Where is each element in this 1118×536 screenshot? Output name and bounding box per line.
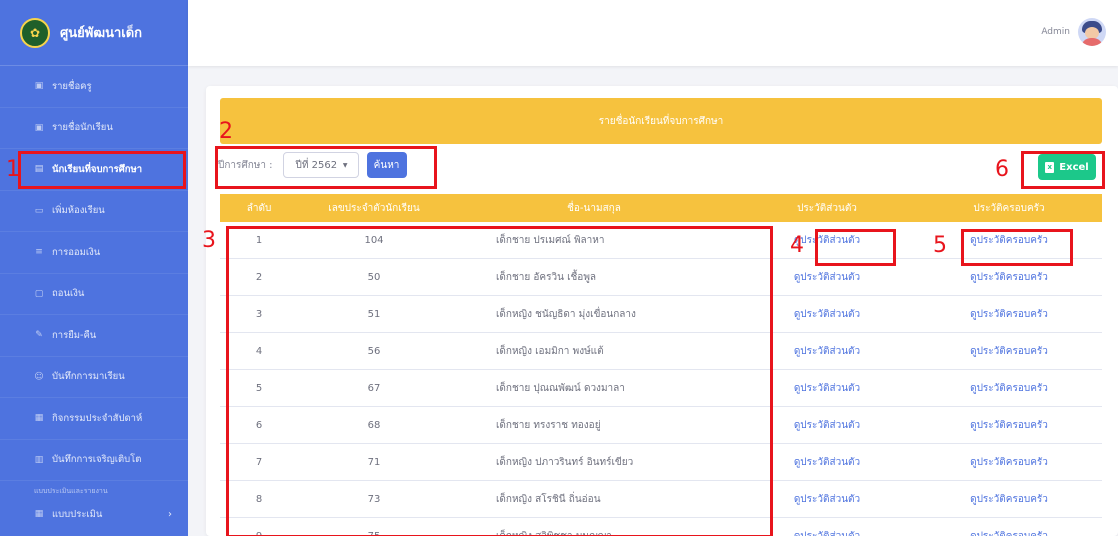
sidebar-item-add-classroom[interactable]: ▭ เพิ่มห้องเรียน: [0, 191, 188, 232]
sidebar-item-assessment[interactable]: ▦ แบบประเมิน ›: [0, 501, 188, 527]
sidebar-item-label: บันทึกการเจริญเติบโต: [52, 454, 142, 466]
view-family-link[interactable]: ดูประวัติครอบครัว: [916, 455, 1102, 470]
user-name: Admin: [1041, 27, 1070, 37]
sidebar-item-label: การออมเงิน: [52, 246, 101, 258]
page-title: รายชื่อนักเรียนที่จบการศึกษา: [220, 98, 1102, 144]
header-name: ชื่อ-นามสกุล: [567, 202, 621, 214]
header-family: ประวัติครอบครัว: [973, 202, 1045, 214]
list-icon: ≡: [35, 247, 43, 258]
school-logo-icon: ✿: [20, 17, 50, 48]
chart-icon: ▥: [34, 454, 44, 465]
pen-icon: ✎: [35, 330, 43, 341]
header-personal: ประวัติส่วนตัว: [797, 202, 857, 214]
annotation-number: 5: [933, 233, 947, 258]
avatar[interactable]: [1078, 18, 1106, 46]
sidebar-item-weekly-activities[interactable]: ▦ กิจกรรมประจำสัปดาห์: [0, 398, 188, 440]
file-icon: ▣: [34, 122, 44, 133]
sidebar-item-teachers[interactable]: ▣ รายชื่อครู: [0, 66, 188, 108]
sidebar: ✿ ศูนย์พัฒนาเด็ก ▣ รายชื่อครู ▣ รายชื่อน…: [0, 0, 188, 536]
sidebar-item-label: กิจกรรมประจำสัปดาห์: [52, 412, 143, 424]
view-family-link[interactable]: ดูประวัติครอบครัว: [916, 344, 1102, 359]
annotation-box: [18, 151, 186, 189]
annotation-number: 4: [790, 233, 804, 258]
view-family-link[interactable]: ดูประวัติครอบครัว: [916, 529, 1102, 536]
sidebar-item-label: รายชื่อนักเรียน: [52, 122, 113, 134]
sidebar-item-label: บันทึกการมาเรียน: [52, 371, 125, 383]
user-edit-icon: ☺: [34, 371, 44, 382]
view-family-link[interactable]: ดูประวัติครอบครัว: [916, 492, 1102, 507]
annotation-number: 2: [219, 119, 233, 144]
sidebar-item-growth[interactable]: ▥ บันทึกการเจริญเติบโต: [0, 440, 188, 481]
sidebar-item-label: รายชื่อครู: [52, 80, 92, 92]
annotation-number: 3: [202, 228, 216, 253]
table-icon: ▦: [34, 413, 44, 424]
file-icon: ▣: [34, 81, 44, 92]
annotation-number: 6: [995, 157, 1009, 182]
sidebar-item-attendance[interactable]: ☺ บันทึกการมาเรียน: [0, 357, 188, 398]
sidebar-item-label: แบบประเมิน: [52, 508, 103, 520]
annotation-box: [815, 229, 896, 266]
annotation-box: [1021, 151, 1105, 189]
sidebar-heading: แบบประเมินและรายงาน: [34, 486, 108, 495]
user-menu[interactable]: Admin: [1041, 18, 1106, 46]
annotation-box: [226, 226, 773, 536]
brand-name: ศูนย์พัฒนาเด็ก: [60, 26, 143, 41]
header-no: ลำดับ: [246, 202, 272, 214]
chat-icon: ▭: [34, 205, 44, 216]
annotation-box: [215, 146, 437, 189]
brand[interactable]: ✿ ศูนย์พัฒนาเด็ก: [0, 0, 188, 66]
sidebar-item-label: การยืม-คืน: [52, 329, 97, 341]
view-family-link[interactable]: ดูประวัติครอบครัว: [916, 270, 1102, 285]
topbar: Admin: [188, 0, 1118, 66]
sidebar-item-label: ถอนเงิน: [52, 288, 85, 300]
sidebar-item-label: เพิ่มห้องเรียน: [52, 205, 105, 217]
view-family-link[interactable]: ดูประวัติครอบครัว: [916, 307, 1102, 322]
view-family-link[interactable]: ดูประวัติครอบครัว: [916, 381, 1102, 396]
money-icon: ▢: [34, 288, 44, 299]
view-family-link[interactable]: ดูประวัติครอบครัว: [916, 418, 1102, 433]
sidebar-item-savings[interactable]: ≡ การออมเงิน: [0, 232, 188, 274]
sidebar-item-borrow-return[interactable]: ✎ การยืม-คืน: [0, 315, 188, 357]
table-header: ลำดับ เลขประจำตัวนักเรียน ชื่อ-นามสกุล ป…: [220, 194, 1102, 222]
table-icon: ▦: [34, 509, 44, 519]
annotation-box: [961, 229, 1073, 266]
header-student-id: เลขประจำตัวนักเรียน: [328, 202, 420, 214]
chevron-right-icon: ›: [168, 508, 172, 520]
sidebar-item-students[interactable]: ▣ รายชื่อนักเรียน: [0, 108, 188, 149]
sidebar-item-withdraw[interactable]: ▢ ถอนเงิน: [0, 274, 188, 315]
